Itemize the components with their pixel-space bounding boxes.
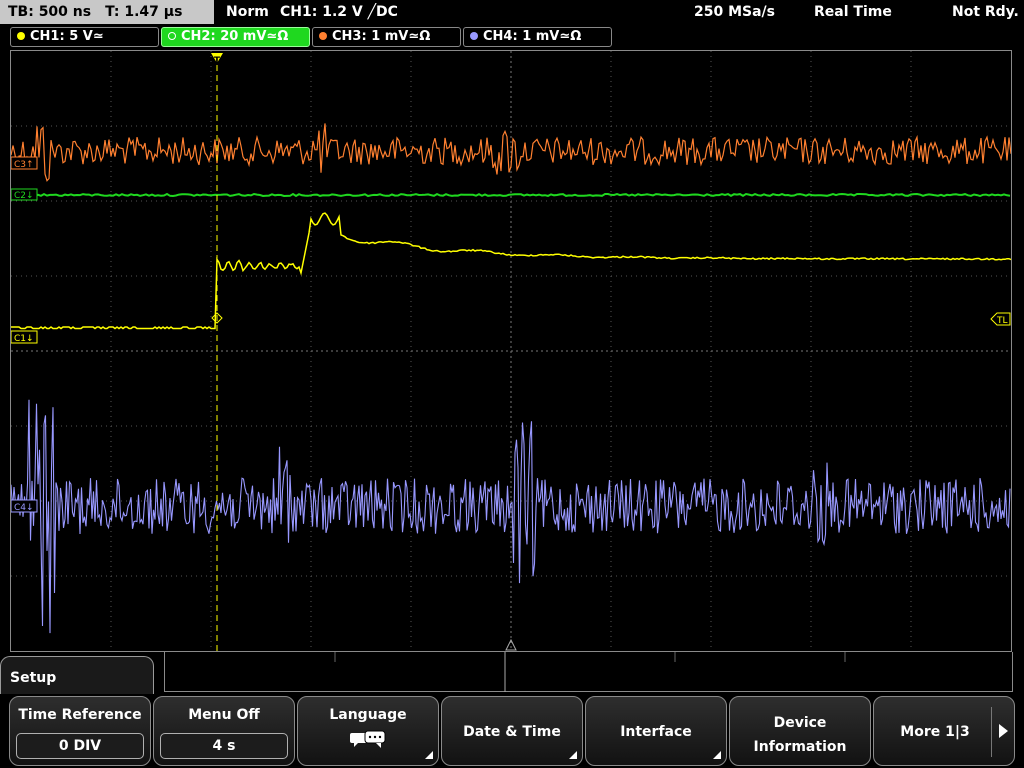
trigger-level-marker[interactable]: TL bbox=[990, 312, 1011, 326]
softkey-bar: Time Reference 0 DIV Menu Off 4 s Langua… bbox=[0, 694, 1024, 768]
channel-tabs: CH1: 5 V≃ CH2: 20 mV≃Ω CH3: 1 mV≃Ω CH4: … bbox=[0, 26, 1024, 48]
ch4-level-marker[interactable]: C4↓ bbox=[11, 499, 38, 513]
menu-off-button[interactable]: Menu Off 4 s bbox=[153, 696, 295, 766]
trigger-level-label: TL bbox=[996, 316, 1008, 326]
language-label: Language bbox=[329, 707, 407, 723]
acquisition-mode: Real Time bbox=[814, 4, 892, 20]
grid bbox=[11, 51, 1011, 651]
device-information-button[interactable]: Device Information bbox=[729, 696, 871, 766]
status-bar: TB: 500 ns T: 1.47 µs Norm CH1: 1.2 V ╱DC… bbox=[0, 0, 1024, 24]
ch2-level-marker[interactable]: C2↓ bbox=[11, 188, 38, 201]
ch4-marker-label: C4↓ bbox=[14, 503, 34, 513]
ch1-color-dot bbox=[17, 32, 25, 40]
ch3-marker-label: C3↑ bbox=[14, 160, 34, 170]
trigger-position-marker[interactable]: T bbox=[211, 53, 223, 66]
waveform-svg: T C3↑ C2↓ C1↓ C4↓ TL bbox=[11, 51, 1011, 651]
ch4-label: CH4: 1 mV≃Ω bbox=[483, 29, 582, 44]
submenu-corner-icon bbox=[713, 751, 721, 759]
waveform-display[interactable]: T C3↑ C2↓ C1↓ C4↓ TL bbox=[10, 50, 1012, 652]
ch3-label: CH3: 1 mV≃Ω bbox=[332, 29, 431, 44]
more-button[interactable]: More 1|3 bbox=[873, 696, 1015, 766]
trigger-time-value: T: 1.47 µs bbox=[105, 4, 183, 20]
ch1-marker-label: C1↓ bbox=[14, 334, 34, 344]
time-reference-button[interactable]: Time Reference 0 DIV bbox=[9, 696, 151, 766]
arrow-right-icon bbox=[999, 724, 1008, 738]
interface-button[interactable]: Interface bbox=[585, 696, 727, 766]
more-divider bbox=[991, 707, 992, 757]
tab-ch2[interactable]: CH2: 20 mV≃Ω bbox=[161, 27, 310, 47]
interface-label: Interface bbox=[620, 724, 692, 740]
trigger-source[interactable]: CH1: 1.2 V ╱DC bbox=[280, 0, 398, 24]
device-information-line1: Device bbox=[773, 715, 827, 731]
more-label: More 1|3 bbox=[900, 724, 970, 740]
time-reference-value: 0 DIV bbox=[16, 733, 144, 759]
trigger-position-label: T bbox=[214, 56, 221, 66]
timebase-value: TB: 500 ns bbox=[8, 4, 92, 20]
menu-off-label: Menu Off bbox=[188, 707, 260, 723]
date-time-label: Date & Time bbox=[463, 724, 561, 740]
ch2-label: CH2: 20 mV≃Ω bbox=[181, 29, 289, 44]
speech-bubbles-icon bbox=[350, 730, 386, 748]
ch1-level-marker[interactable]: C1↓ bbox=[11, 330, 38, 344]
submenu-corner-icon bbox=[569, 751, 577, 759]
overview-strip bbox=[164, 652, 1013, 692]
submenu-corner-icon bbox=[425, 751, 433, 759]
ch2-color-dot bbox=[168, 32, 176, 40]
menu-off-value: 4 s bbox=[160, 733, 288, 759]
menu-title: Setup bbox=[10, 670, 57, 686]
ch4-color-dot bbox=[470, 32, 478, 40]
ch1-label: CH1: 5 V≃ bbox=[30, 29, 104, 44]
device-information-label: Device Information bbox=[730, 711, 870, 759]
tab-ch3[interactable]: CH3: 1 mV≃Ω bbox=[312, 27, 461, 47]
overview-grid bbox=[334, 652, 846, 692]
trigger-mode[interactable]: Norm bbox=[226, 0, 269, 24]
date-time-button[interactable]: Date & Time bbox=[441, 696, 583, 766]
device-information-line2: Information bbox=[753, 739, 847, 755]
timebase-box[interactable]: TB: 500 ns T: 1.47 µs bbox=[0, 0, 214, 24]
sample-rate: 250 MSa/s bbox=[694, 4, 776, 20]
ch3-color-dot bbox=[319, 32, 327, 40]
time-reference-label: Time Reference bbox=[18, 707, 142, 723]
language-button[interactable]: Language bbox=[297, 696, 439, 766]
tab-ch1[interactable]: CH1: 5 V≃ bbox=[10, 27, 159, 47]
acquisition-state: Not Rdy. bbox=[952, 4, 1019, 20]
ch2-marker-label: C2↓ bbox=[14, 191, 34, 201]
ch2-waveform bbox=[11, 192, 1011, 198]
ch3-level-marker[interactable]: C3↑ bbox=[11, 156, 38, 170]
tab-ch4[interactable]: CH4: 1 mV≃Ω bbox=[463, 27, 612, 47]
